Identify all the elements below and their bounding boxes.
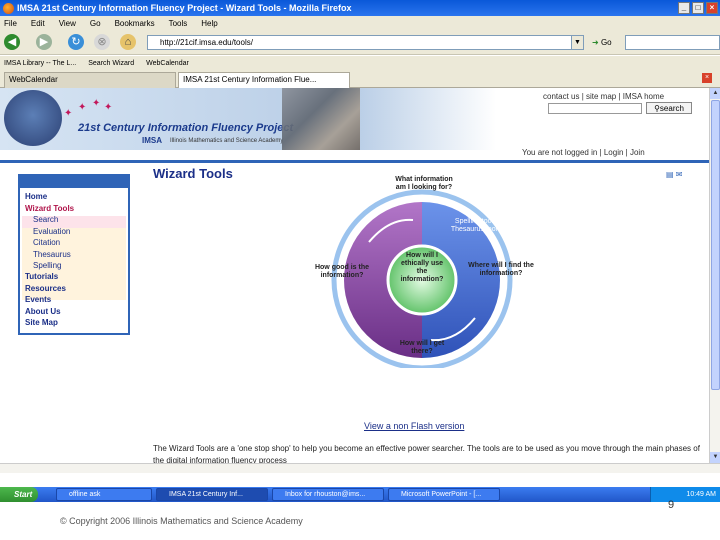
scroll-thumb[interactable] — [711, 100, 720, 390]
slide-copyright: © Copyright 2006 Illinois Mathematics an… — [60, 516, 303, 526]
menu-tools[interactable]: Tools — [169, 19, 188, 28]
sidebar-item-tutorials[interactable]: Tutorials — [25, 272, 58, 281]
login-status-text: You are not logged in — [522, 148, 598, 157]
minimize-icon[interactable]: _ — [678, 2, 690, 14]
non-flash-link[interactable]: View a non Flash version — [364, 421, 464, 431]
maximize-icon[interactable]: □ — [692, 2, 704, 14]
stop-icon[interactable]: ⊗ — [94, 34, 110, 50]
students-photo — [282, 88, 360, 150]
task-firefox[interactable]: IMSA 21st Century Inf... — [156, 488, 268, 501]
browser-screenshot: IMSA 21st Century Information Fluency Pr… — [0, 0, 720, 502]
sidebar-item-citation[interactable]: Citation — [33, 238, 60, 247]
sidebar-nav: Home Wizard Tools Search Evaluation Cita… — [18, 174, 130, 335]
sidebar-item-thesaurus[interactable]: Thesaurus — [33, 250, 71, 259]
clock: 10:49 AM — [686, 491, 716, 498]
search-input[interactable] — [625, 35, 720, 50]
diagram-label-center: How will I ethically use the information… — [400, 252, 444, 283]
page-content: ✦ ✦ ✦ ✦ 21st Century Information Fluency… — [0, 88, 709, 463]
join-link[interactable]: Join — [630, 148, 645, 157]
sidebar-item-site-map[interactable]: Site Map — [25, 318, 58, 327]
site-search-button[interactable]: ⚲search — [646, 102, 692, 114]
diagram-label-tools: Spelling tool Thesaurus tool — [450, 218, 498, 233]
diagram-label-right: Where will I find the information? — [468, 262, 534, 277]
sidebar-item-spelling[interactable]: Spelling — [33, 261, 61, 270]
bookmark-search-wizard[interactable]: Search Wizard — [88, 60, 134, 67]
star-icon: ✦ — [92, 98, 101, 109]
go-label: Go — [600, 38, 612, 47]
go-arrow-icon: ➜ — [592, 38, 599, 47]
divider — [0, 160, 709, 163]
menu-go[interactable]: Go — [90, 19, 101, 28]
bookmark-webcalendar[interactable]: WebCalendar — [146, 60, 189, 67]
diagram-label-left: How good is the information? — [314, 264, 370, 279]
site-banner: ✦ ✦ ✦ ✦ 21st Century Information Fluency… — [0, 88, 709, 150]
menu-view[interactable]: View — [59, 19, 76, 28]
back-icon[interactable]: ◀ — [4, 34, 20, 50]
imsa-subtitle: Illinois Mathematics and Science Academy — [170, 138, 284, 144]
menu-bookmarks[interactable]: Bookmarks — [115, 19, 155, 28]
sidebar-item-home[interactable]: Home — [25, 192, 47, 201]
firefox-icon — [3, 2, 14, 14]
window-controls: _ □ × — [678, 2, 718, 14]
diagram-label-bottom: How will I get there? — [399, 340, 445, 355]
close-icon[interactable]: × — [706, 2, 718, 14]
site-search-input[interactable] — [548, 103, 642, 114]
banner-title: 21st Century Information Fluency Project — [78, 122, 294, 134]
task-powerpoint[interactable]: Microsoft PowerPoint - [... — [388, 488, 500, 501]
bookmark-imsa-library[interactable]: IMSA Library -- The L... — [4, 60, 76, 67]
home-icon[interactable]: ⌂ — [120, 34, 136, 50]
tab-bar: WebCalendar IMSA 21st Century Informatio… — [0, 70, 720, 88]
login-status: You are not logged in | Login | Join — [522, 148, 645, 157]
star-icon: ✦ — [64, 108, 73, 119]
diagram-label-top: What information am I looking for? — [395, 176, 453, 191]
sidebar-item-events[interactable]: Events — [25, 295, 51, 304]
taskbar: Start offline ask IMSA 21st Century Inf.… — [0, 487, 720, 502]
menu-file[interactable]: File — [4, 19, 17, 28]
top-links[interactable]: contact us | site map | IMSA home — [543, 92, 664, 101]
task-offline-ask[interactable]: offline ask — [56, 488, 152, 501]
sidebar-item-search[interactable]: Search — [33, 215, 58, 224]
forward-icon[interactable]: ▶ — [36, 34, 52, 50]
chevron-down-icon[interactable]: ▼ — [571, 35, 584, 50]
page-title: Wizard Tools — [153, 166, 233, 181]
menu-bar: File Edit View Go Bookmarks Tools Help — [0, 16, 720, 30]
tab-webcalendar[interactable]: WebCalendar — [4, 72, 176, 88]
navigation-toolbar: ◀ ▶ ↻ ⊗ ⌂ http://21cif.imsa.edu/tools/ ▼… — [0, 30, 720, 55]
sidebar-item-resources[interactable]: Resources — [25, 284, 66, 293]
bookmarks-toolbar: IMSA Library -- The L... Search Wizard W… — [0, 56, 720, 70]
start-button[interactable]: Start — [0, 487, 38, 502]
scroll-up-icon[interactable]: ▲ — [710, 88, 720, 99]
scroll-down-icon[interactable]: ▼ — [710, 452, 720, 463]
sidebar-item-about-us[interactable]: About Us — [25, 307, 61, 316]
print-email-icons[interactable]: ▤ ✉ — [666, 170, 682, 179]
title-bar: IMSA 21st Century Information Fluency Pr… — [0, 0, 720, 16]
go-button[interactable]: ➜ Go — [592, 35, 612, 50]
menu-edit[interactable]: Edit — [31, 19, 45, 28]
close-tab-icon[interactable]: × — [702, 73, 712, 83]
tab-wizard-tools[interactable]: IMSA 21st Century Information Flue... — [178, 72, 350, 88]
sidebar-item-wizard-tools[interactable]: Wizard Tools — [25, 204, 74, 213]
imsa-logo-text: IMSA — [142, 136, 162, 145]
wizard-tools-diagram[interactable]: What information am I looking for? Spell… — [309, 176, 535, 371]
star-icon: ✦ — [78, 102, 87, 113]
window-title: IMSA 21st Century Information Fluency Pr… — [17, 3, 352, 13]
horizontal-scrollbar[interactable] — [0, 463, 720, 473]
menu-help[interactable]: Help — [201, 19, 217, 28]
sidebar-item-evaluation[interactable]: Evaluation — [33, 227, 70, 236]
wizard-logo — [4, 90, 62, 146]
slide-page-number: 9 — [668, 499, 675, 511]
login-link[interactable]: Login — [604, 148, 624, 157]
task-inbox[interactable]: Inbox for rhouston@ims... — [272, 488, 384, 501]
star-icon: ✦ — [104, 102, 113, 113]
system-tray: 10:49 AM — [650, 487, 720, 502]
vertical-scrollbar[interactable]: ▲ ▼ — [709, 88, 720, 463]
intro-paragraph: The Wizard Tools are a 'one stop shop' t… — [153, 444, 700, 463]
address-bar[interactable]: http://21cif.imsa.edu/tools/ — [147, 35, 584, 50]
reload-icon[interactable]: ↻ — [68, 34, 84, 50]
